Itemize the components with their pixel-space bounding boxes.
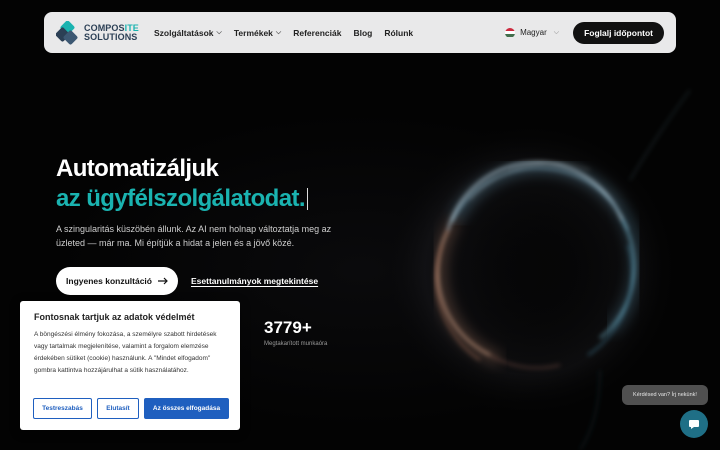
cookie-description: A böngészési élmény fokozása, a személyr… xyxy=(34,331,217,374)
language-selector[interactable]: Magyar ⌵ xyxy=(505,27,560,38)
nav-item-label: Rólunk xyxy=(384,27,414,38)
cookie-accept-all-button[interactable]: Az összes elfogadása xyxy=(144,398,229,419)
chat-icon xyxy=(689,420,699,429)
stat-label: Megtakarított munkaóra xyxy=(264,341,328,347)
logo-mark-icon xyxy=(56,20,78,44)
language-label: Magyar xyxy=(520,28,547,37)
cookie-consent-dialog: Fontosnak tartjuk az adatok védelmét A b… xyxy=(20,301,240,430)
nav-item-services[interactable]: Szolgáltatások ⌵ xyxy=(154,28,222,38)
nav-item-label: Termékek xyxy=(233,27,273,38)
typing-cursor xyxy=(306,188,308,210)
case-studies-link[interactable]: Esettanulmányok megtekintése xyxy=(191,276,318,286)
brand-name-line2: SOLUTIONS xyxy=(84,31,138,42)
nav-item-products[interactable]: Termékek ⌵ xyxy=(234,28,281,38)
chat-prompt-bubble[interactable]: Kérdésed van? Írj nekünk! xyxy=(622,385,708,405)
cookie-reject-button[interactable]: Elutasít xyxy=(97,398,139,419)
stat-value: 3779+ xyxy=(264,318,312,337)
hero-subtitle: A szingularitás küszöbén állunk. Az AI n… xyxy=(56,224,332,248)
nav-item-about[interactable]: Rólunk xyxy=(384,28,413,38)
main-nav: Szolgáltatások ⌵ Termékek ⌵ Referenciák Bl… xyxy=(154,28,425,38)
nav-item-label: Blog xyxy=(353,27,373,38)
chevron-down-icon: ⌵ xyxy=(216,28,222,36)
nav-item-label: Referenciák xyxy=(293,27,342,38)
chevron-down-icon: ⌵ xyxy=(553,28,560,36)
chat-launcher-button[interactable] xyxy=(680,410,708,438)
hero-title-line2: az ügyfélszolgálatodat. xyxy=(56,184,308,214)
hero-title-line1: Automatizáljuk xyxy=(56,155,219,182)
nav-item-label: Szolgáltatások xyxy=(154,27,214,38)
cookie-title: Fontosnak tartjuk az adatok védelmét xyxy=(34,312,195,322)
free-consultation-button[interactable]: Ingyenes konzultáció xyxy=(56,267,178,295)
top-navbar: COMPOSITE SOLUTIONS Szolgáltatások ⌵ Term… xyxy=(44,12,676,53)
hero-title-line2-text: az ügyfélszolgálatodat. xyxy=(56,185,306,212)
nav-item-references[interactable]: Referenciák xyxy=(293,28,341,38)
book-appointment-button[interactable]: Foglalj időpontot xyxy=(573,21,664,44)
cookie-actions: Testreszabás Elutasít Az összes elfogadá… xyxy=(33,398,229,419)
brand-logo[interactable]: COMPOSITE SOLUTIONS xyxy=(56,20,148,45)
hungary-flag-icon xyxy=(505,27,516,38)
nav-item-blog[interactable]: Blog xyxy=(353,28,372,38)
chevron-down-icon: ⌵ xyxy=(275,28,282,36)
cookie-customize-button[interactable]: Testreszabás xyxy=(33,398,92,419)
arrow-right-icon xyxy=(157,277,168,285)
free-consultation-label: Ingyenes konzultáció xyxy=(66,276,152,286)
